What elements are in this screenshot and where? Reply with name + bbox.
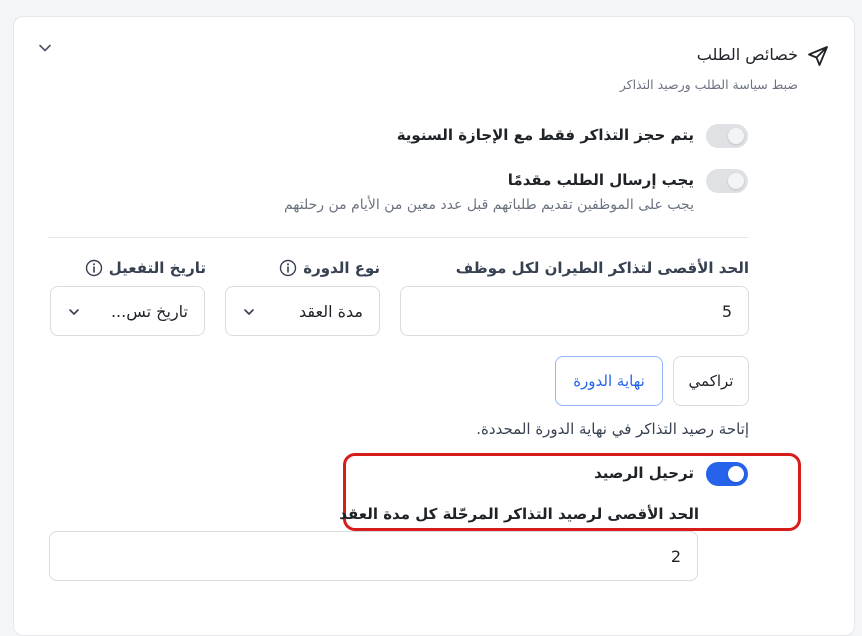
- activation-date-label: تاريخ التفعيل: [85, 259, 206, 277]
- section-subtitle: ضبط سياسة الطلب ورصيد التذاكر: [619, 77, 798, 92]
- activation-date-label-text: تاريخ التفعيل: [108, 259, 206, 277]
- max-tickets-label-text: الحد الأقصى لتذاكر الطيران لكل موظف: [455, 259, 749, 277]
- chevron-down-icon: [242, 304, 256, 318]
- toggle-knob: [728, 173, 744, 189]
- annual-leave-only-toggle[interactable]: [706, 124, 748, 148]
- carry-over-toggle[interactable]: [706, 462, 748, 486]
- info-icon[interactable]: [279, 259, 297, 277]
- advance-request-label: يجب إرسال الطلب مقدمًا: [507, 171, 694, 189]
- info-icon[interactable]: [85, 259, 103, 277]
- accrual-cycle-end-label: نهاية الدورة: [573, 372, 645, 390]
- activation-date-select[interactable]: تاريخ تس...: [50, 286, 205, 336]
- toggle-knob: [728, 128, 744, 144]
- accrual-cycle-end-option[interactable]: نهاية الدورة: [555, 356, 663, 406]
- max-carry-value: 2: [670, 546, 681, 566]
- cycle-type-value: مدة العقد: [299, 301, 363, 321]
- accrual-cumulative-option[interactable]: تراكمي: [673, 356, 749, 406]
- accrual-cumulative-label: تراكمي: [688, 372, 734, 390]
- toggle-knob: [728, 466, 744, 482]
- section-title: خصائص الطلب: [696, 45, 798, 64]
- max-carry-input[interactable]: 2: [49, 531, 698, 581]
- cycle-type-select[interactable]: مدة العقد: [225, 286, 380, 336]
- accrual-description: إتاحة رصيد التذاكر في نهاية الدورة المحد…: [476, 420, 749, 438]
- cycle-type-label-text: نوع الدورة: [303, 259, 380, 277]
- request-properties-card: خصائص الطلب ضبط سياسة الطلب ورصيد التذاك…: [13, 16, 855, 636]
- divider: [48, 237, 748, 238]
- carry-over-label: ترحيل الرصيد: [594, 464, 694, 482]
- activation-date-value: تاريخ تس...: [110, 301, 188, 321]
- max-tickets-value: 5: [721, 301, 732, 321]
- cycle-type-label: نوع الدورة: [279, 259, 380, 277]
- send-icon: [806, 44, 830, 68]
- chevron-down-icon[interactable]: [36, 39, 54, 57]
- max-tickets-input[interactable]: 5: [400, 286, 749, 336]
- max-tickets-label: الحد الأقصى لتذاكر الطيران لكل موظف: [456, 259, 749, 277]
- max-carry-label: الحد الأقصى لرصيد التذاكر المرحّلة كل مد…: [339, 505, 699, 523]
- advance-request-description: يجب على الموظفين تقديم طلباتهم قبل عدد م…: [283, 197, 694, 213]
- advance-request-toggle[interactable]: [706, 169, 748, 193]
- chevron-down-icon: [67, 304, 81, 318]
- annual-leave-only-label: يتم حجز التذاكر فقط مع الإجازة السنوية: [396, 126, 694, 144]
